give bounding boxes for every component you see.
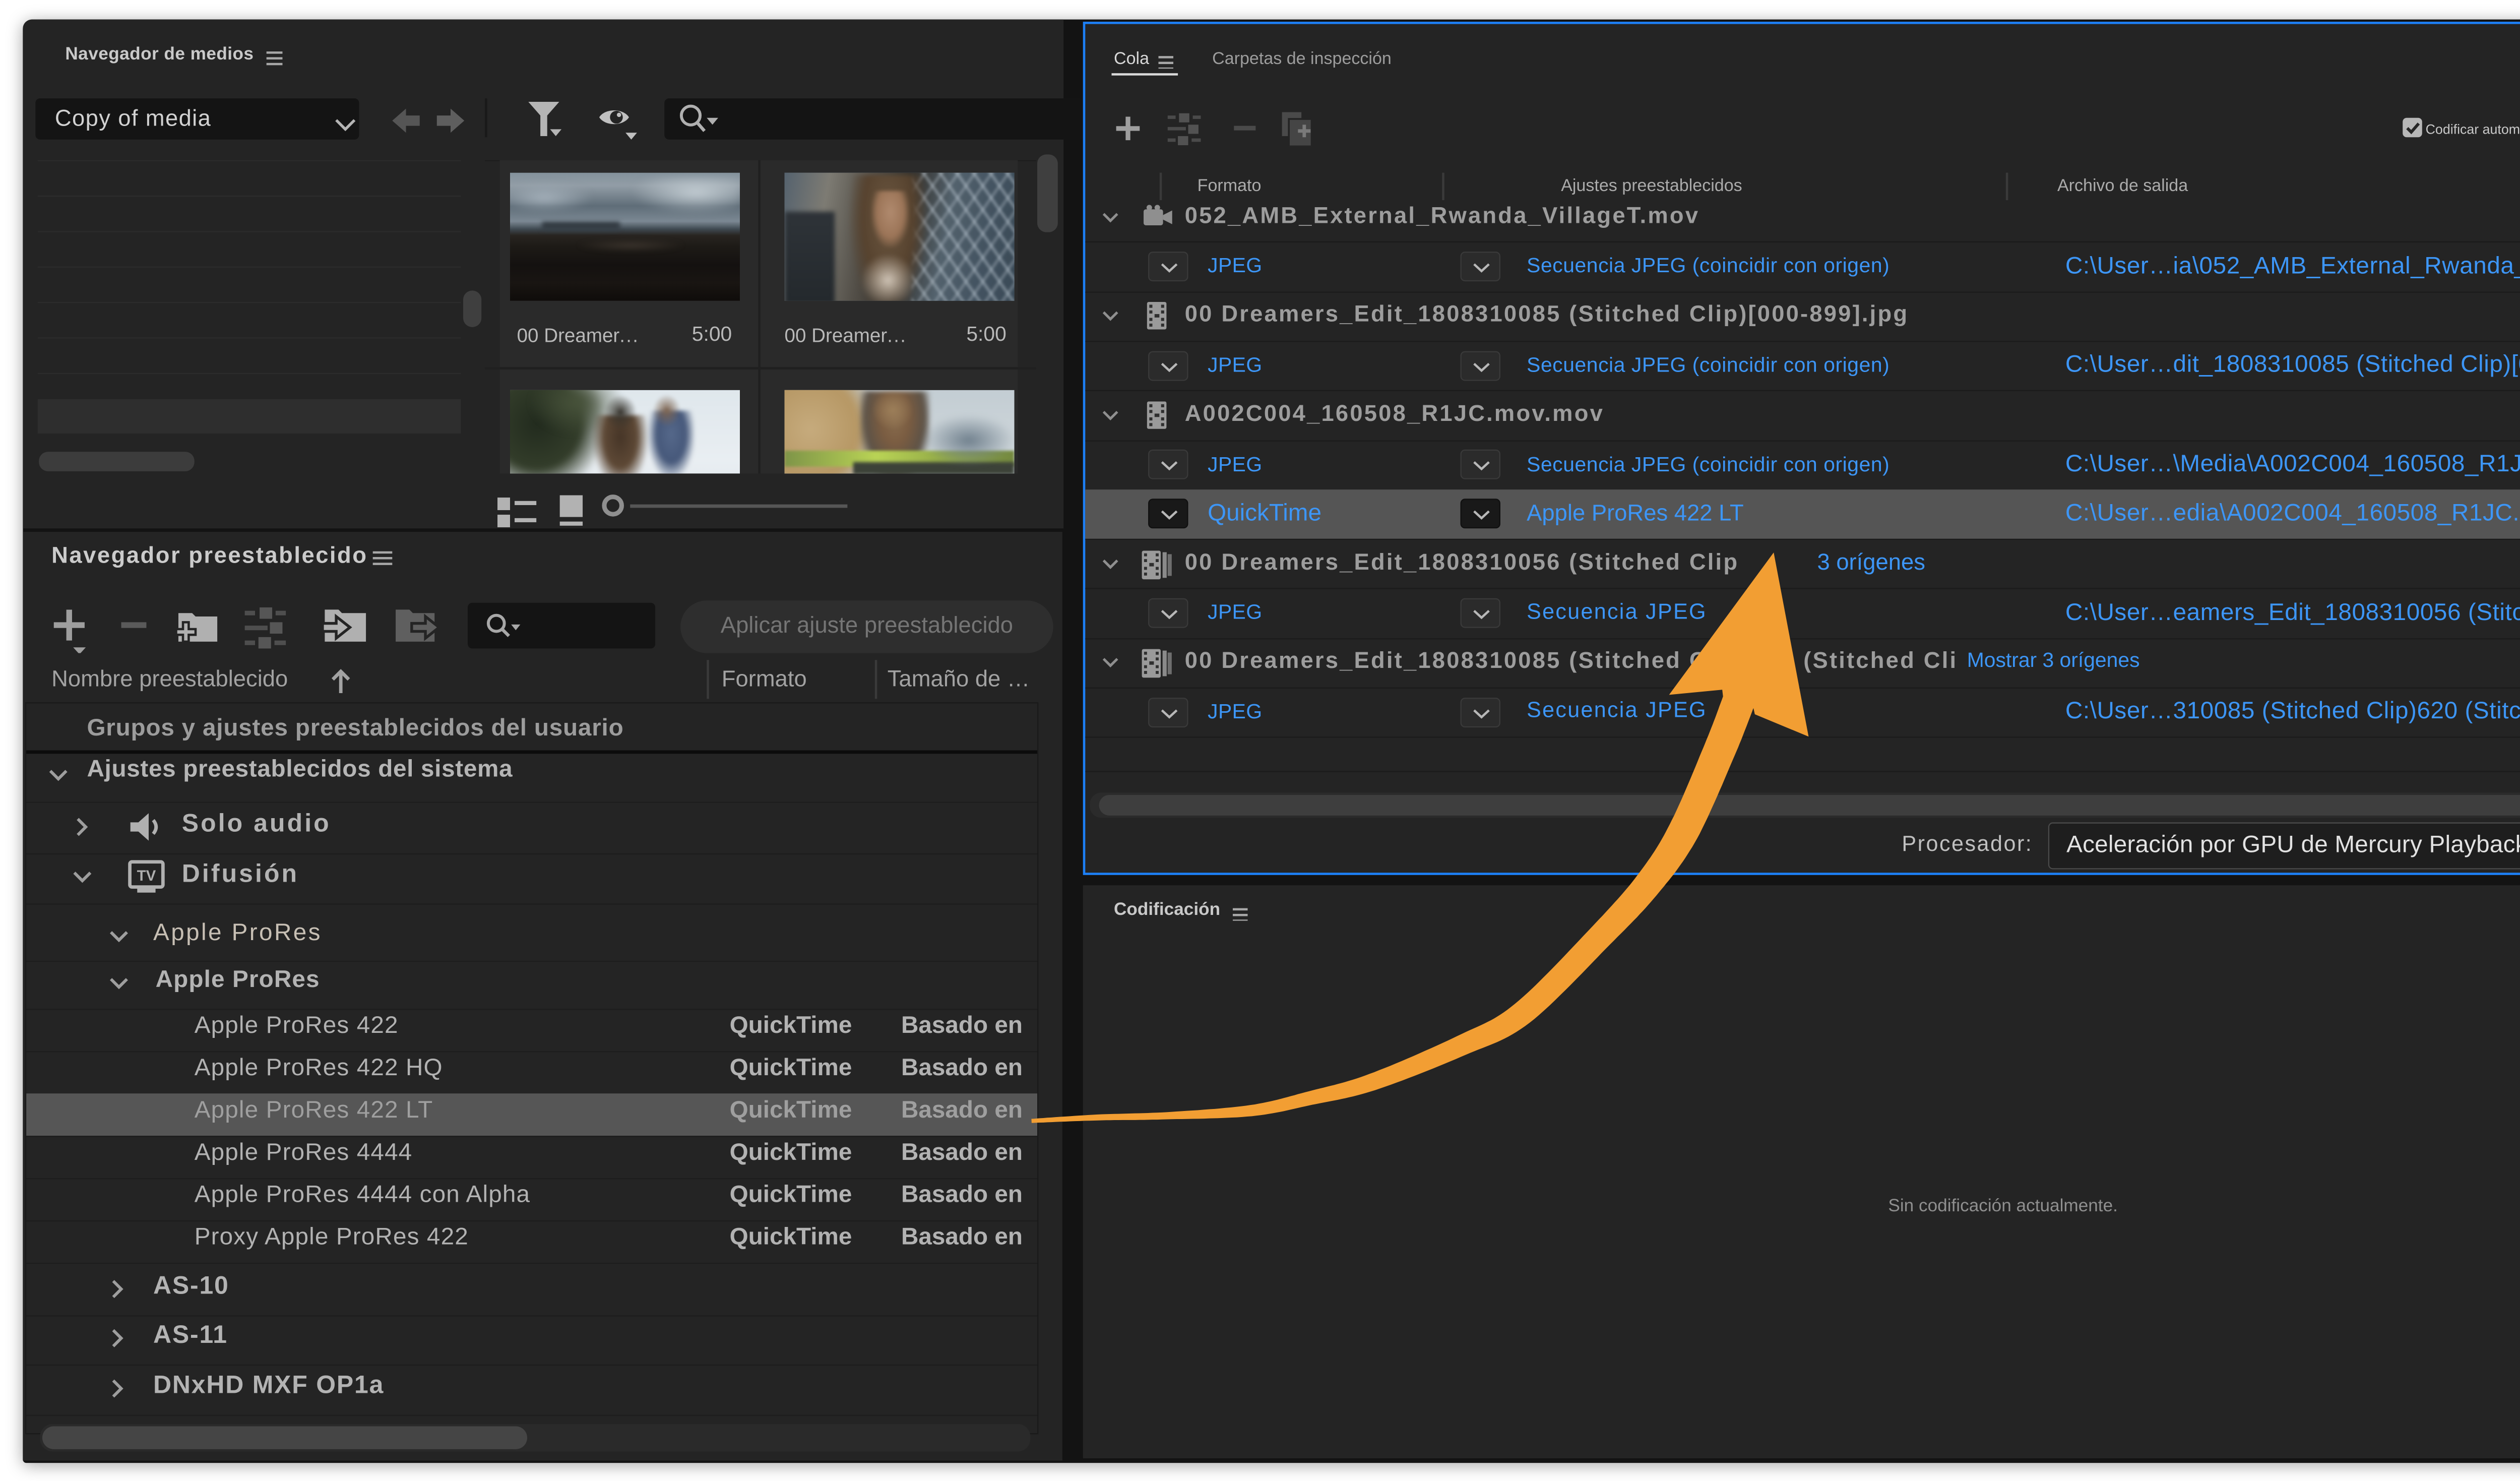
svg-text:TV: TV <box>137 868 156 884</box>
